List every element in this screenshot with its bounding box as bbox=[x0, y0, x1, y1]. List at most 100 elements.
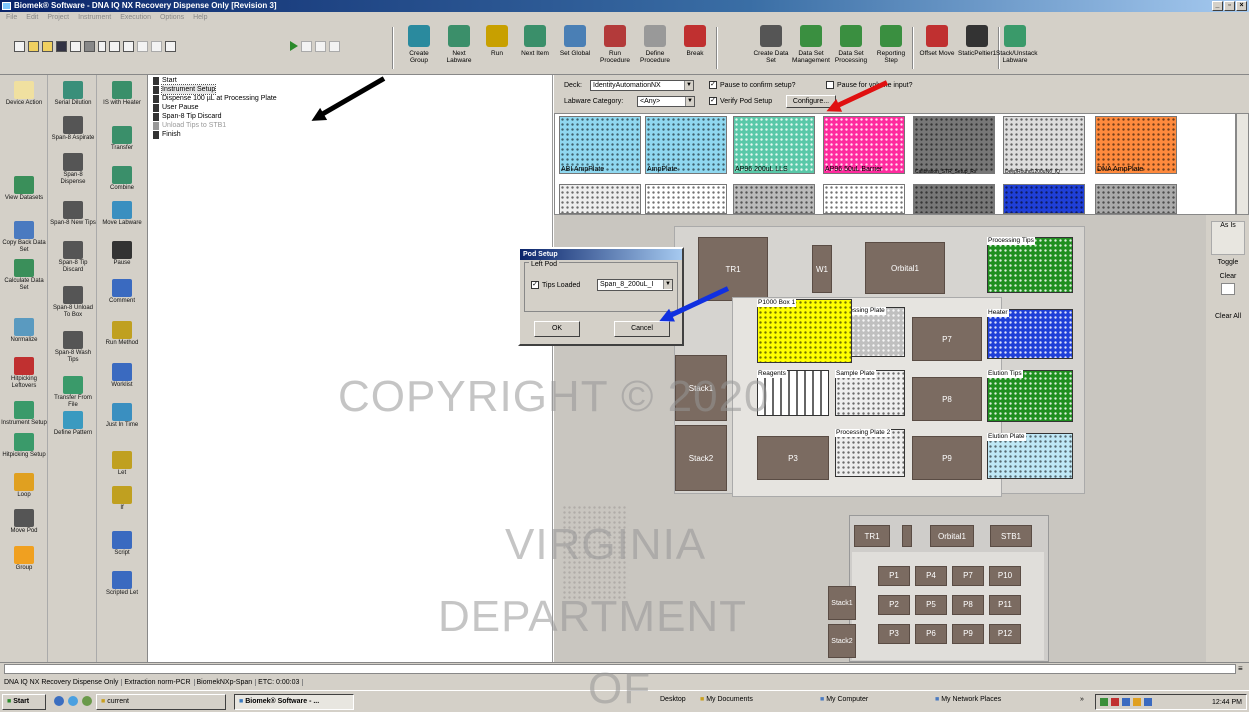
palette-transfer[interactable]: Transfer bbox=[99, 126, 145, 152]
deck-position-p7[interactable]: P7 bbox=[912, 317, 982, 361]
deck-position-stack2[interactable]: Stack2 bbox=[675, 425, 727, 491]
tree-item-span-8-tip-discard[interactable]: Span-8 Tip Discard bbox=[153, 112, 222, 121]
toolbar-run-button[interactable]: Run bbox=[478, 25, 516, 71]
print-preview-icon[interactable] bbox=[70, 40, 81, 52]
toolbar-stack-unstack-labware-button[interactable]: Stack/Unstack Labware bbox=[996, 25, 1038, 71]
media-icon[interactable] bbox=[68, 696, 78, 706]
taskbar-item-biomek[interactable]: ■ Biomek® Software - ... bbox=[234, 694, 354, 710]
mini-position-p8[interactable]: P8 bbox=[952, 595, 984, 615]
tray-icon[interactable] bbox=[1111, 698, 1119, 706]
palette-span-8-unload-to-box[interactable]: Span-8 Unload To Box bbox=[50, 286, 96, 319]
cut-icon[interactable] bbox=[98, 40, 106, 52]
tips-loaded-checkbox[interactable]: ✓ bbox=[531, 281, 539, 289]
mini-position-stack2[interactable]: Stack2 bbox=[828, 624, 856, 658]
clear-all-tool[interactable]: Clear All bbox=[1211, 313, 1245, 327]
menu-options[interactable]: Options bbox=[160, 12, 184, 23]
desktop-link[interactable]: Desktop bbox=[660, 696, 686, 703]
chevron-right-icon[interactable]: » bbox=[1080, 696, 1084, 703]
toolbar-offset-move-button[interactable]: Offset Move bbox=[918, 25, 956, 71]
mini-position-orbital1[interactable]: Orbital1 bbox=[930, 525, 974, 547]
menu-instrument[interactable]: Instrument bbox=[78, 12, 111, 23]
palette-comment[interactable]: Comment bbox=[99, 279, 145, 305]
toolbar-staticpeltier1-button[interactable]: StaticPeltier1 bbox=[958, 25, 996, 71]
tray-icon[interactable] bbox=[1144, 698, 1152, 706]
palette-worklist[interactable]: Worklist bbox=[99, 363, 145, 389]
palette-span-8-new-tips[interactable]: Span-8 New Tips bbox=[50, 201, 96, 227]
toolbar-reporting-step-button[interactable]: Reporting Step bbox=[872, 25, 910, 71]
palette-move-pod[interactable]: Move Pod bbox=[1, 509, 47, 535]
my-documents-link[interactable]: ■ My Documents bbox=[700, 696, 753, 703]
toggle-tool[interactable]: Toggle bbox=[1211, 259, 1245, 273]
desktop-icon[interactable] bbox=[82, 696, 92, 706]
palette-span-8-dispense[interactable]: Span-8 Dispense bbox=[50, 153, 96, 186]
tree-item-dispense-100-l-at-processing-plate[interactable]: Dispense 100 µL at Processing Plate bbox=[153, 94, 277, 103]
mini-position-p11[interactable]: P11 bbox=[989, 595, 1021, 615]
tray-icon[interactable] bbox=[1122, 698, 1130, 706]
toolbar-run-procedure-button[interactable]: Run Procedure bbox=[596, 25, 634, 71]
toolbar-next-item-button[interactable]: Next Item bbox=[516, 25, 554, 71]
palette-span-8-wash-tips[interactable]: Span-8 Wash Tips bbox=[50, 331, 96, 364]
step-icon[interactable] bbox=[329, 40, 340, 52]
as-is-tool[interactable]: As Is bbox=[1211, 221, 1245, 255]
labware-tile-row2[interactable] bbox=[823, 184, 905, 214]
verify-pod-option[interactable]: ✓ Verify Pod Setup bbox=[709, 97, 772, 105]
close-icon[interactable]: × bbox=[1236, 1, 1247, 11]
labware-scrollbar[interactable] bbox=[1236, 113, 1249, 215]
menu-edit[interactable]: Edit bbox=[26, 12, 38, 23]
open-icon[interactable] bbox=[28, 40, 39, 52]
palette-instrument-setup[interactable]: Instrument Setup bbox=[1, 401, 47, 427]
mini-position-p1[interactable]: P1 bbox=[878, 566, 910, 586]
minimize-icon[interactable]: _ bbox=[1212, 1, 1223, 11]
palette-move-labware[interactable]: Move Labware bbox=[99, 201, 145, 227]
toolbar-create-data-set-button[interactable]: Create Data Set bbox=[752, 25, 790, 71]
mini-position-p2[interactable]: P2 bbox=[878, 595, 910, 615]
tree-item-instrument-setup[interactable]: Instrument Setup bbox=[153, 84, 217, 95]
toolbar-data-set-management-button[interactable]: Data Set Management bbox=[792, 25, 830, 71]
toolbar-data-set-processing-button[interactable]: Data Set Processing bbox=[832, 25, 870, 71]
deck-select[interactable]: IdentityAutomationNX ▼ bbox=[590, 80, 694, 91]
print-icon[interactable] bbox=[84, 40, 95, 52]
labware-tile-row2[interactable] bbox=[913, 184, 995, 214]
palette-device-action[interactable]: Device Action bbox=[1, 81, 47, 107]
menu-execution[interactable]: Execution bbox=[120, 12, 151, 23]
tips-select[interactable]: Span_8_200uL_I ▼ bbox=[597, 279, 673, 291]
toolbar-next-labware-button[interactable]: Next Labware bbox=[440, 25, 478, 71]
mini-position-tr1[interactable]: TR1 bbox=[854, 525, 890, 547]
labware-tile-row2[interactable] bbox=[1095, 184, 1177, 214]
pause-icon[interactable] bbox=[301, 40, 312, 52]
stop-icon[interactable] bbox=[315, 40, 326, 52]
palette-run-method[interactable]: Run Method bbox=[99, 321, 145, 347]
tray-icon[interactable] bbox=[1133, 698, 1141, 706]
labware-tile-row2[interactable] bbox=[645, 184, 727, 214]
save-icon[interactable] bbox=[56, 40, 67, 52]
pause-checkbox[interactable]: ✓ bbox=[709, 81, 717, 89]
ok-button[interactable]: OK bbox=[534, 321, 580, 337]
mini-position-p3[interactable]: P3 bbox=[878, 624, 910, 644]
toolbar-break-button[interactable]: Break bbox=[676, 25, 714, 71]
deck-position-stack1[interactable]: Stack1 bbox=[675, 355, 727, 421]
labware-processing-tips[interactable] bbox=[987, 237, 1073, 293]
clear-tool[interactable]: Clear bbox=[1211, 273, 1245, 309]
mini-position-stack1[interactable]: Stack1 bbox=[828, 586, 856, 620]
labware-tile-calibration-str-setup-rx[interactable] bbox=[913, 116, 995, 174]
mini-position-p5[interactable]: P5 bbox=[915, 595, 947, 615]
browser-icon[interactable] bbox=[54, 696, 64, 706]
verify-checkbox[interactable]: ✓ bbox=[709, 97, 717, 105]
palette-just-in-time[interactable]: Just In Time bbox=[99, 403, 145, 429]
labware-tile-row2[interactable] bbox=[1003, 184, 1085, 214]
palette-script[interactable]: Script bbox=[99, 531, 145, 557]
mini-position-stb1[interactable]: STB1 bbox=[990, 525, 1032, 547]
toolbar-create-group-button[interactable]: Create Group bbox=[400, 25, 438, 71]
palette-transfer-from-file[interactable]: Transfer From File bbox=[50, 376, 96, 409]
mini-position-p9[interactable]: P9 bbox=[952, 624, 984, 644]
deck-position-p8[interactable]: P8 bbox=[912, 377, 982, 421]
tips-loaded-option[interactable]: ✓ Tips Loaded bbox=[531, 281, 580, 289]
tree-item-user-pause[interactable]: User Pause bbox=[153, 103, 199, 112]
edit-icon[interactable] bbox=[165, 40, 176, 52]
palette-loop[interactable]: Loop bbox=[1, 473, 47, 499]
restore-icon[interactable]: ▫ bbox=[1224, 1, 1235, 11]
play-icon[interactable] bbox=[290, 41, 298, 51]
palette-copy-back-data-set[interactable]: Copy Back Data Set bbox=[1, 221, 47, 254]
palette-if[interactable]: If bbox=[99, 486, 145, 512]
deck-position-p3[interactable]: P3 bbox=[757, 436, 829, 480]
